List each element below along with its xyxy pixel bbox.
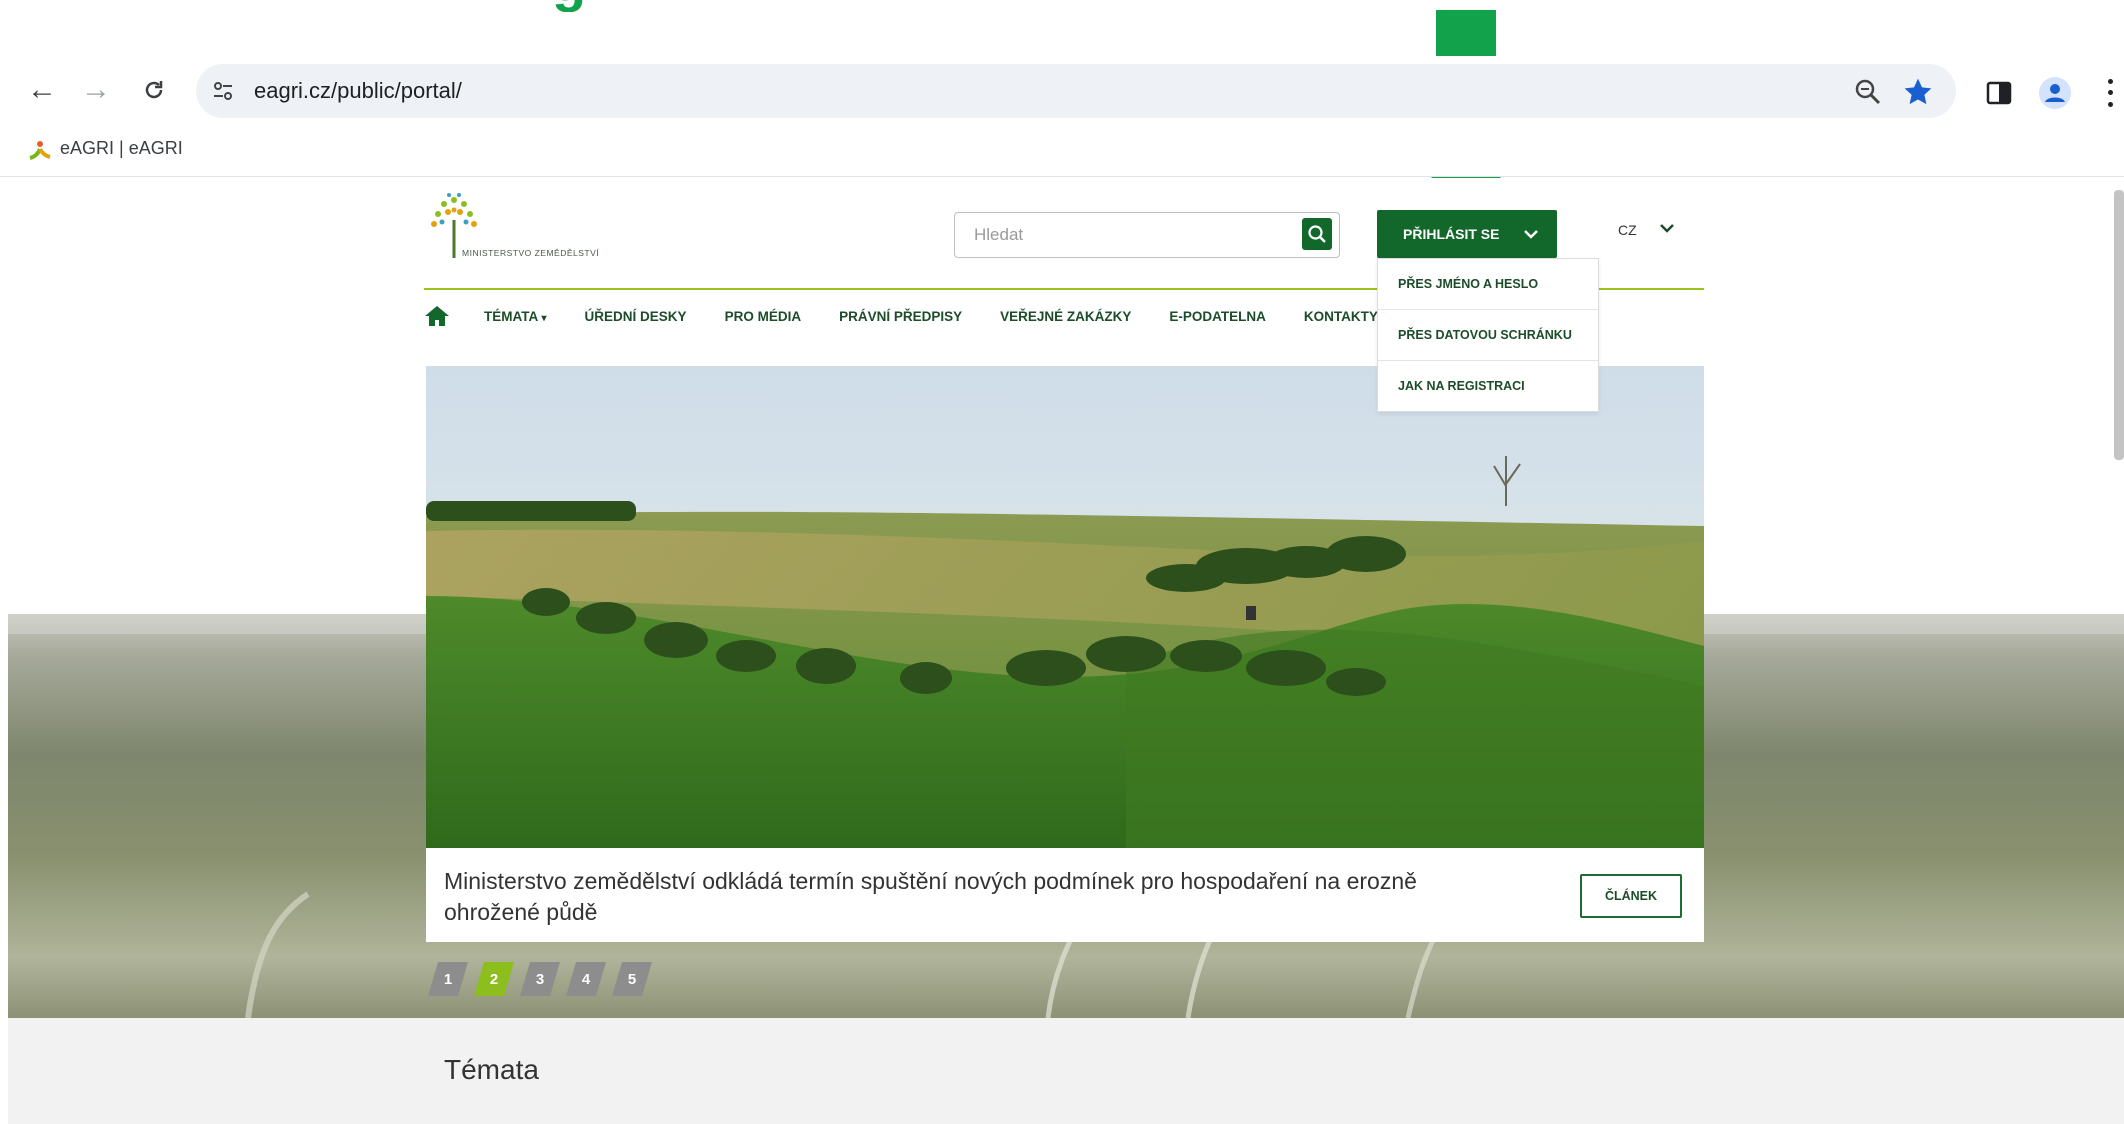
main-navigation: TÉMATA ▾ ÚŘEDNÍ DESKY PRO MÉDIA PRÁVNÍ P… [424,296,1416,336]
back-icon[interactable]: ← [18,66,66,114]
topics-section [8,1018,2124,1124]
bookmark-star-icon[interactable] [1902,76,1934,113]
profile-avatar-icon[interactable] [2038,76,2072,115]
hero-image [426,366,1704,848]
nav-item-pro-media[interactable]: PRO MÉDIA [725,309,802,324]
search-icon [1308,225,1326,243]
nav-item-pravni-predpisy[interactable]: PRÁVNÍ PŘEDPISY [839,309,962,324]
annotation-text-fragment: g [552,0,662,12]
site-info-icon[interactable] [210,78,236,109]
logo-text: MINISTERSTVO ZEMĚDĚLSTVÍ [462,248,600,258]
login-dropdown-menu: PŘES JMÉNO A HESLO PŘES DATOVOU SCHRÁNKU… [1377,258,1599,412]
bookmark-eagri[interactable]: eAGRI | eAGRI [60,138,183,159]
login-label: PŘIHLÁSIT SE [1403,226,1500,242]
side-panel-icon[interactable] [1986,80,2012,111]
login-option-username-password[interactable]: PŘES JMÉNO A HESLO [1378,259,1598,310]
url-text[interactable]: eagri.cz/public/portal/ [254,78,462,104]
login-option-registration-help[interactable]: JAK NA REGISTRACI [1378,361,1598,411]
language-selector[interactable]: CZ [1618,222,1637,238]
page-scrollbar[interactable] [2114,190,2124,460]
nav-label: TÉMATA [484,308,538,324]
chevron-down-icon: ▾ [541,312,547,324]
home-icon[interactable] [424,304,450,328]
chevron-down-icon[interactable] [1658,220,1676,236]
zoom-icon[interactable] [1854,78,1882,111]
nav-item-temata[interactable]: TÉMATA ▾ [484,309,547,324]
login-button[interactable]: PŘIHLÁSIT SE [1377,210,1557,258]
reload-icon[interactable] [130,66,178,114]
nav-item-e-podatelna[interactable]: E-PODATELNA [1169,309,1266,324]
search-button[interactable] [1302,218,1332,250]
hero-caption-text[interactable]: Ministerstvo zemědělství odkládá termín … [444,866,1504,928]
forward-icon[interactable]: → [72,66,120,114]
chevron-down-icon [1524,230,1539,239]
nav-item-uredni-desky[interactable]: ÚŘEDNÍ DESKY [585,309,687,324]
browser-menu-icon[interactable] [2102,76,2118,110]
search-input[interactable] [972,212,1276,258]
eagri-favicon-icon [26,138,52,169]
login-option-data-box[interactable]: PŘES DATOVOU SCHRÁNKU [1378,310,1598,361]
article-button[interactable]: ČLÁNEK [1580,874,1682,918]
nav-item-kontakty[interactable]: KONTAKTY [1304,309,1378,324]
bookmarks-bar [0,128,2124,177]
nav-item-verejne-zakazky[interactable]: VEŘEJNÉ ZAKÁZKY [1000,309,1131,324]
section-title: Témata [444,1054,539,1085]
